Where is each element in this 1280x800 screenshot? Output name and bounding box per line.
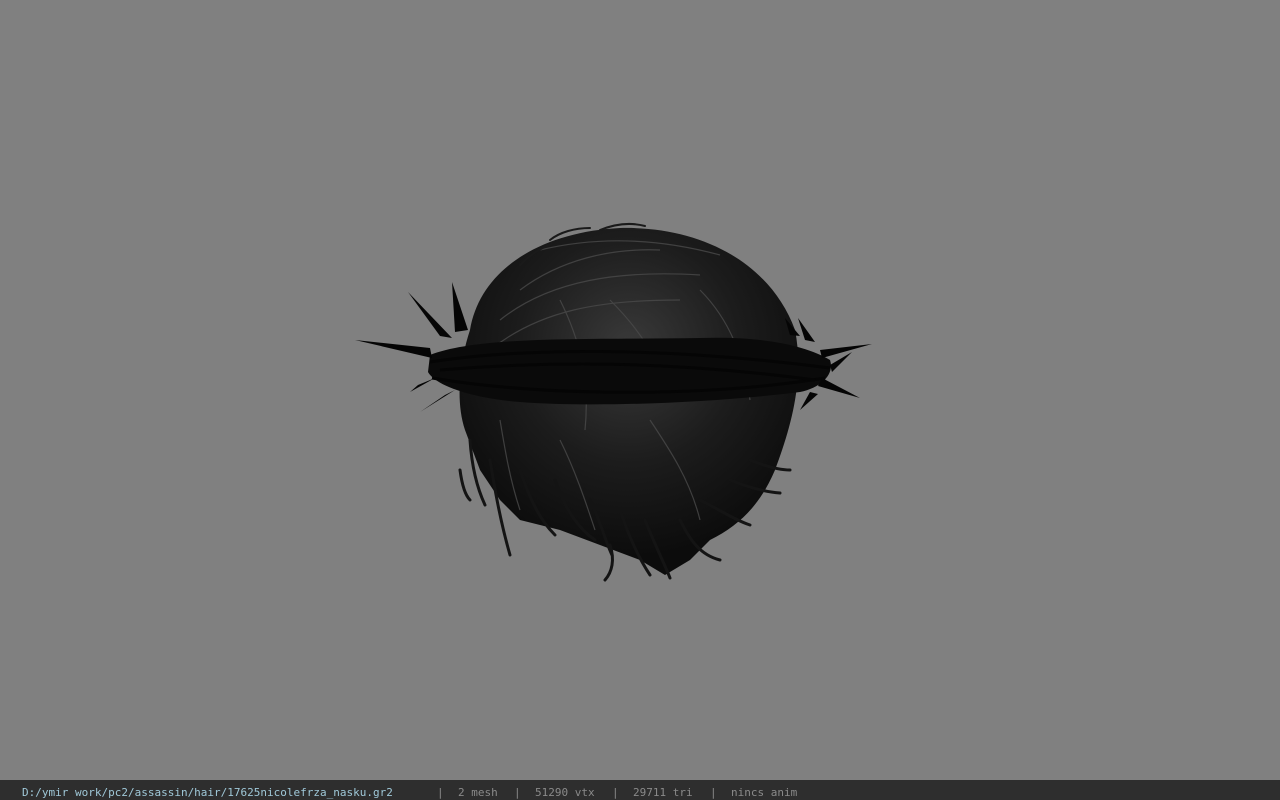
- file-path: D:/ymir work/pc2/assassin/hair/17625nico…: [22, 786, 393, 799]
- hair-model: [355, 222, 872, 582]
- vertex-count: 51290 vtx: [535, 786, 595, 799]
- separator: |: [612, 786, 619, 799]
- animation-status: nincs anim: [731, 786, 798, 799]
- mesh-count: 2 mesh: [458, 786, 498, 799]
- separator: |: [514, 786, 521, 799]
- separator: |: [437, 786, 444, 799]
- triangle-count: 29711 tri: [633, 786, 693, 799]
- 3d-viewport[interactable]: [0, 0, 1280, 780]
- status-bar: D:/ymir work/pc2/assassin/hair/17625nico…: [0, 780, 1280, 800]
- separator: |: [710, 786, 717, 799]
